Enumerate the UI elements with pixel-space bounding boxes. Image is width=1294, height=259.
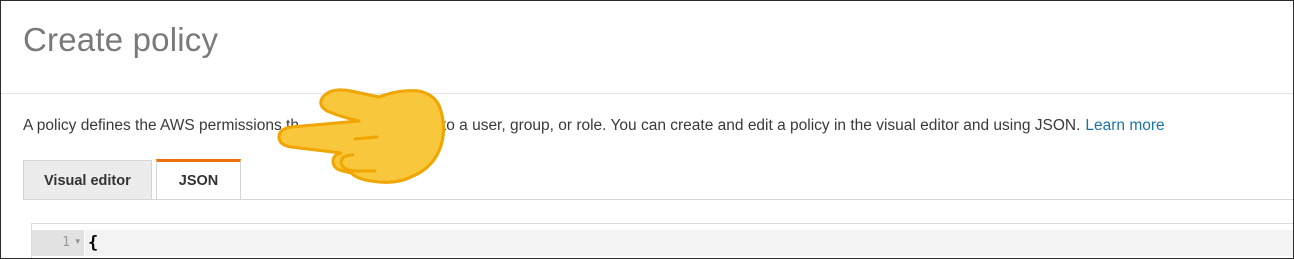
editor-gutter: 1 ▾ xyxy=(32,230,84,256)
code-text: { xyxy=(88,233,99,253)
editor-tabs: Visual editor JSON xyxy=(23,159,242,200)
tab-json[interactable]: JSON xyxy=(155,159,242,200)
divider xyxy=(1,93,1293,94)
learn-more-link[interactable]: Learn more xyxy=(1085,117,1164,134)
description-text-rest: n to a user, group, or role. You can cre… xyxy=(428,117,1081,134)
page-title: Create policy xyxy=(23,21,219,58)
tab-visual-editor[interactable]: Visual editor xyxy=(23,160,152,200)
json-editor[interactable]: 1 ▾ { xyxy=(31,223,1293,258)
tabs-underline xyxy=(23,199,1293,200)
pointing-hand-icon xyxy=(277,88,446,184)
code-line-active[interactable]: { xyxy=(85,230,1293,256)
description-text: A policy defines the AWS permissions th xyxy=(23,117,299,134)
screen-frame: Create policy A policy defines the AWS p… xyxy=(0,0,1294,259)
fold-arrow-icon[interactable]: ▾ xyxy=(75,236,80,247)
line-number: 1 xyxy=(62,235,70,250)
policy-description: A policy defines the AWS permissions th n… xyxy=(23,117,1165,135)
